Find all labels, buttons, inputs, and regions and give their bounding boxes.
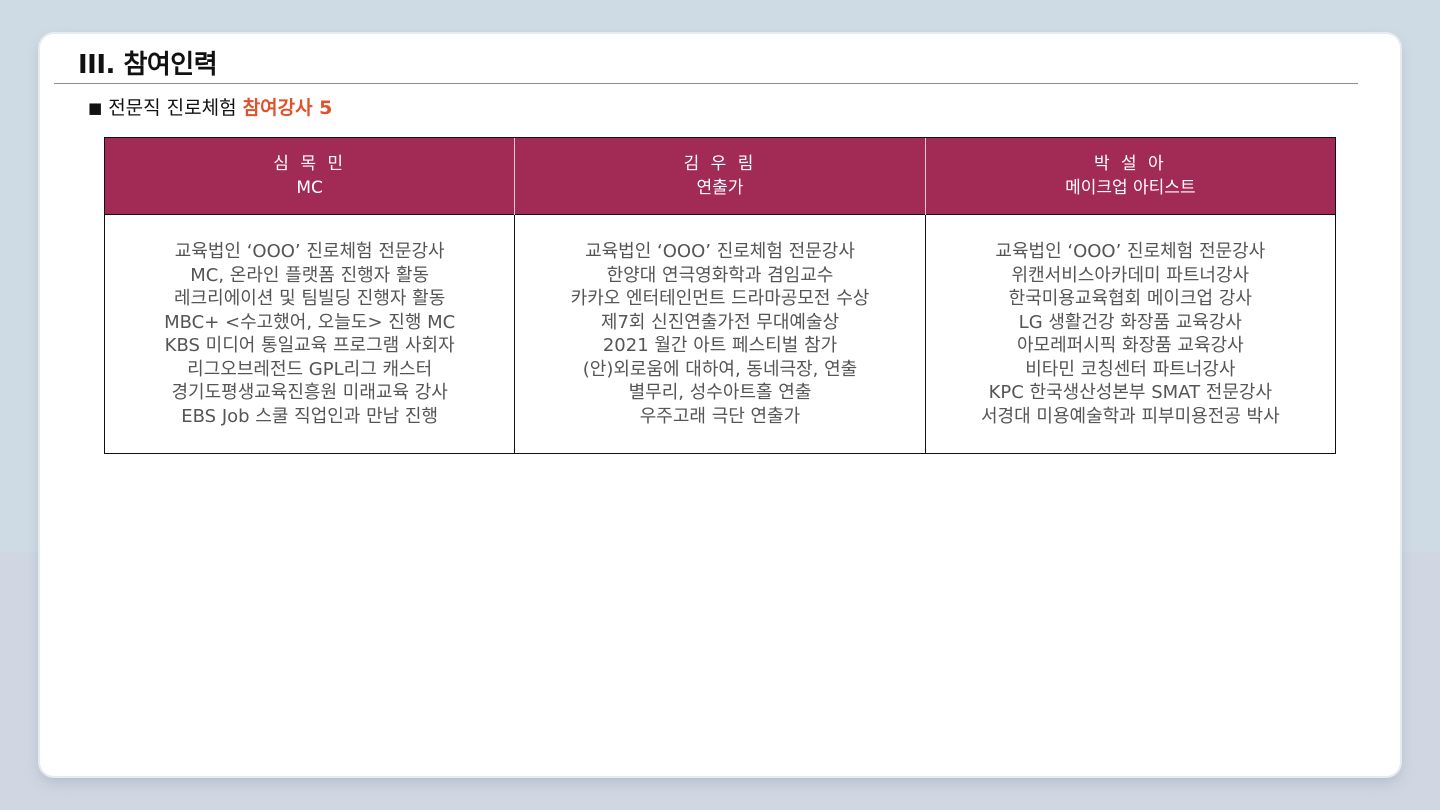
detail-line: 교육법인 ‘OOO’ 진로체험 전문강사 [585,241,855,262]
detail-line: 위캔서비스아카데미 파트너강사 [1011,264,1250,286]
table-header-row: 심 목 민 MC 김 우 림 연출가 박 설 아 메이크업 아티스트 [103,137,1337,215]
instructor-table: 심 목 민 MC 김 우 림 연출가 박 설 아 메이크업 아티스트 교육법인 … [103,137,1337,454]
title-divider [54,83,1358,84]
instructor-name: 박 설 아 [1093,154,1167,174]
detail-line: 한양대 연극영화학과 겸임교수 [606,264,834,286]
detail-line: 아모레퍼시픽 화장품 교육강사 [1016,335,1244,356]
instructor-role: 연출가 [696,178,744,198]
detail-line: MC, 온라인 플랫폼 진행자 활동 [190,264,430,286]
subtitle-text: 전문직 진로체험 [108,97,237,119]
subtitle-highlight: 참여강사 5 [242,97,333,119]
instructor-header: 박 설 아 메이크업 아티스트 [924,137,1337,215]
detail-line: 카카오 엔터테인먼트 드라마공모전 수상 [570,288,870,309]
instructor-role: 메이크업 아티스트 [1065,178,1196,198]
detail-line: EBS Job 스쿨 직업인과 만남 진행 [181,405,439,427]
detail-line: MBC+ <수고했어, 오늘도> 진행 MC [164,311,456,333]
detail-line: (안)외로움에 대하여, 동네극장, 연출 [582,358,858,380]
detail-line: LG 생활건강 화장품 교육강사 [1018,311,1242,333]
detail-line: 한국미용교육협회 메이크업 강사 [1008,288,1252,309]
detail-line: 우주고래 극단 연출가 [639,405,801,427]
square-bullet-icon: ■ [88,99,103,117]
subtitle: ■ 전문직 진로체험 참여강사 5 [88,93,332,120]
instructor-details: 교육법인 ‘OOO’ 진로체험 전문강사 한양대 연극영화학과 겸임교수 카카오… [514,214,926,454]
instructor-role: MC [296,178,323,198]
section-title: III. 참여인력 [78,50,218,80]
detail-line: 리그오브레전드 GPL리그 캐스터 [187,358,433,380]
instructor-name: 김 우 림 [683,154,757,174]
instructor-details: 교육법인 ‘OOO’ 진로체험 전문강사 위캔서비스아카데미 파트너강사 한국미… [924,214,1337,454]
detail-line: 제7회 신진연출가전 무대예술상 [600,311,840,333]
detail-line: KPC 한국생산성본부 SMAT 전문강사 [988,382,1273,403]
detail-line: 2021 월간 아트 페스티벌 참가 [602,335,838,356]
detail-line: 교육법인 ‘OOO’ 진로체험 전문강사 [995,241,1266,262]
instructor-name: 심 목 민 [273,154,347,174]
detail-line: 레크리에이션 및 팀빌딩 진행자 활동 [174,288,446,309]
instructor-header: 김 우 림 연출가 [514,137,926,215]
detail-line: 교육법인 ‘OOO’ 진로체험 전문강사 [174,241,445,262]
instructor-details: 교육법인 ‘OOO’ 진로체험 전문강사 MC, 온라인 플랫폼 진행자 활동 … [103,214,516,454]
detail-line: KBS 미디어 통일교육 프로그램 사회자 [164,335,455,356]
detail-line: 경기도평생교육진흥원 미래교육 강사 [171,382,448,403]
detail-line: 비타민 코칭센터 파트너강사 [1025,358,1236,380]
instructor-header: 심 목 민 MC [103,137,515,215]
detail-line: 별무리, 성수아트홀 연출 [628,382,812,403]
detail-line: 서경대 미용예술학과 피부미용전공 박사 [980,405,1280,427]
table-row: 교육법인 ‘OOO’ 진로체험 전문강사 MC, 온라인 플랫폼 진행자 활동 … [103,214,1337,454]
